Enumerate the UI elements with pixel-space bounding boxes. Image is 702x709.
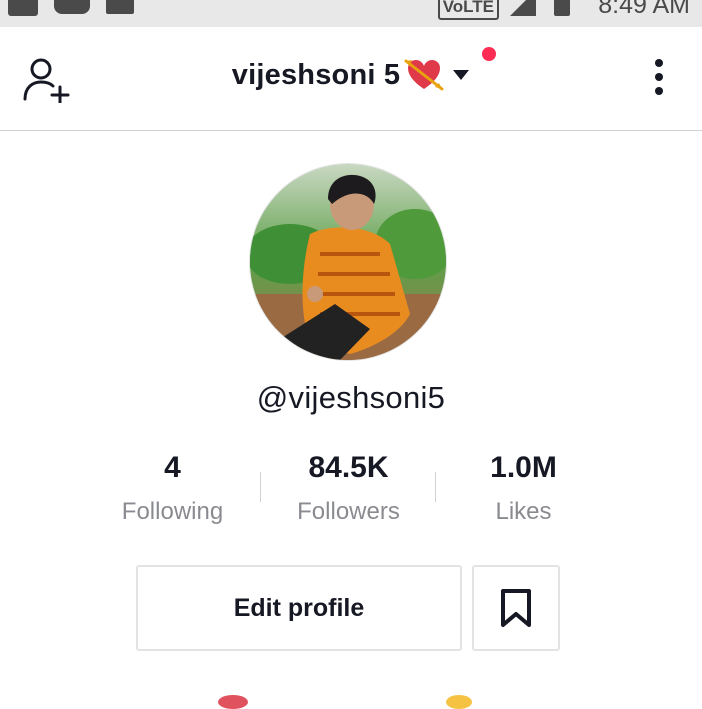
profile-header: vijeshsoni 5 [0, 27, 702, 131]
stat-value: 84.5K [308, 451, 389, 484]
bookmark-icon [501, 589, 531, 627]
avatar[interactable] [249, 163, 447, 361]
volte-indicator: VoLTE [437, 0, 499, 20]
stat-label: Following [121, 498, 224, 525]
emoji-peek-icon [218, 695, 248, 709]
gallery-icon [106, 0, 134, 14]
stat-following[interactable]: 4 Following [85, 448, 260, 534]
profile-handle: @vijeshsoni5 [256, 380, 446, 415]
stat-followers[interactable]: 84.5K Followers [261, 448, 436, 534]
signal-icon [510, 0, 536, 16]
heart-arrow-emoji-icon [404, 59, 444, 91]
status-time: 8:49 AM [598, 0, 690, 19]
more-options-icon[interactable] [652, 59, 666, 99]
bookmark-button[interactable] [472, 565, 560, 651]
profile-stats: 4 Following 84.5K Followers 1.0M Likes [85, 448, 610, 538]
stat-value: 4 [164, 451, 181, 484]
account-switcher[interactable]: vijeshsoni 5 [0, 47, 702, 97]
notification-dot [482, 47, 497, 61]
stat-likes[interactable]: 1.0M Likes [436, 448, 611, 534]
stat-label: Followers [297, 498, 400, 525]
chevron-down-icon [453, 70, 470, 80]
youtube-icon [54, 0, 90, 14]
battery-icon [554, 0, 570, 16]
stat-label: Likes [495, 498, 552, 525]
edit-profile-button[interactable]: Edit profile [136, 565, 462, 651]
emoji-peek-icon [446, 695, 472, 709]
stat-value: 1.0M [490, 451, 557, 484]
account-name: vijeshsoni 5 [231, 58, 401, 91]
facebook-icon [8, 0, 38, 16]
status-bar: VoLTE 8:49 AM [0, 0, 702, 27]
